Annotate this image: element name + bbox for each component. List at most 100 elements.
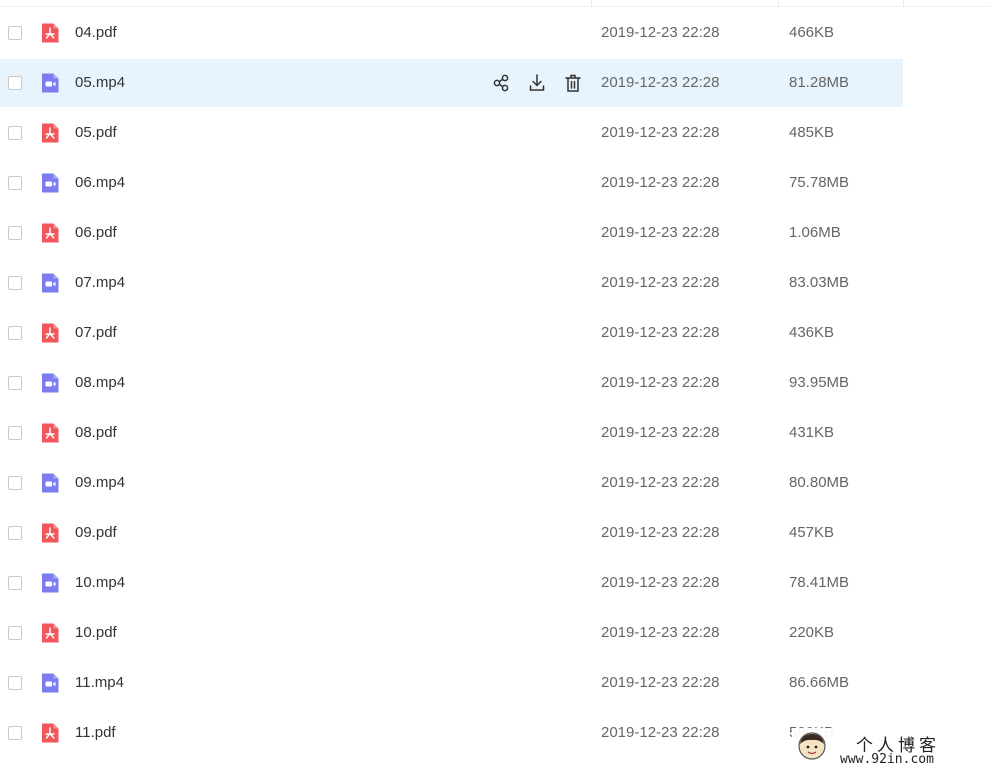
- file-name[interactable]: 10.pdf: [75, 624, 117, 642]
- watermark: 个人博客 www.92in.com: [792, 728, 990, 772]
- file-row[interactable]: 05.pdf 2019-12-23 22:28 485KB: [0, 109, 903, 157]
- file-size: 75.78MB: [789, 174, 850, 191]
- file-row[interactable]: 09.pdf 2019-12-23 22:28 457KB: [0, 509, 903, 557]
- modified-time: 2019-12-23 22:28: [601, 224, 720, 241]
- delete-button[interactable]: [563, 72, 583, 94]
- select-checkbox[interactable]: [8, 126, 22, 140]
- modified-time: 2019-12-23 22:28: [601, 474, 720, 491]
- select-checkbox[interactable]: [8, 576, 22, 590]
- select-checkbox[interactable]: [8, 26, 22, 40]
- modified-time: 2019-12-23 22:28: [601, 524, 720, 541]
- download-button[interactable]: [527, 72, 547, 94]
- file-name[interactable]: 11.pdf: [75, 724, 116, 742]
- file-size: 83.03MB: [789, 274, 850, 291]
- file-size: 78.41MB: [789, 574, 850, 591]
- file-row[interactable]: 04.pdf 2019-12-23 22:28 466KB: [0, 9, 903, 57]
- pdf-file-icon: [39, 122, 61, 144]
- file-row[interactable]: 08.pdf 2019-12-23 22:28 431KB: [0, 409, 903, 457]
- select-checkbox[interactable]: [8, 326, 22, 340]
- file-size: 86.66MB: [789, 674, 850, 691]
- modified-time: 2019-12-23 22:28: [601, 74, 720, 91]
- video-file-icon: [39, 472, 61, 494]
- file-row[interactable]: 11.mp4 2019-12-23 22:28 86.66MB: [0, 659, 903, 707]
- file-name[interactable]: 08.mp4: [75, 374, 125, 392]
- file-row[interactable]: 06.pdf 2019-12-23 22:28 1.06MB: [0, 209, 903, 257]
- video-file-icon: [39, 372, 61, 394]
- file-name[interactable]: 05.pdf: [75, 124, 117, 142]
- modified-time: 2019-12-23 22:28: [601, 674, 720, 691]
- modified-time: 2019-12-23 22:28: [601, 424, 720, 441]
- file-name[interactable]: 09.pdf: [75, 524, 117, 542]
- file-name[interactable]: 10.mp4: [75, 574, 125, 592]
- select-checkbox[interactable]: [8, 376, 22, 390]
- file-size: 431KB: [789, 424, 835, 441]
- pdf-file-icon: [39, 722, 61, 744]
- file-size: 220KB: [789, 624, 835, 641]
- column-divider: [778, 0, 779, 7]
- file-row[interactable]: 10.mp4 2019-12-23 22:28 78.41MB: [0, 559, 903, 607]
- file-size: 457KB: [789, 524, 835, 541]
- video-file-icon: [39, 572, 61, 594]
- modified-time: 2019-12-23 22:28: [601, 374, 720, 391]
- video-file-icon: [39, 272, 61, 294]
- modified-time: 2019-12-23 22:28: [601, 124, 720, 141]
- modified-time: 2019-12-23 22:28: [601, 324, 720, 341]
- file-name[interactable]: 07.mp4: [75, 274, 125, 292]
- select-checkbox[interactable]: [8, 476, 22, 490]
- file-name[interactable]: 06.mp4: [75, 174, 125, 192]
- file-row[interactable]: 06.mp4 2019-12-23 22:28 75.78MB: [0, 159, 903, 207]
- file-size: 81.28MB: [789, 74, 850, 91]
- file-size: 80.80MB: [789, 474, 850, 491]
- file-row[interactable]: 11.pdf2019-12-23 22:28590KB: [0, 709, 903, 757]
- file-name[interactable]: 08.pdf: [75, 424, 117, 442]
- file-size: 93.95MB: [789, 374, 850, 391]
- file-row[interactable]: 08.mp4 2019-12-23 22:28 93.95MB: [0, 359, 903, 407]
- select-checkbox[interactable]: [8, 426, 22, 440]
- file-size: 1.06MB: [789, 224, 841, 241]
- file-row[interactable]: 09.mp4 2019-12-23 22:28 80.80MB: [0, 459, 903, 507]
- modified-time: 2019-12-23 22:28: [601, 574, 720, 591]
- share-icon: [491, 74, 511, 98]
- file-name[interactable]: 07.pdf: [75, 324, 117, 342]
- video-file-icon: [39, 172, 61, 194]
- file-size: 436KB: [789, 324, 835, 341]
- file-row[interactable]: 10.pdf 2019-12-23 22:28 220KB: [0, 609, 903, 657]
- select-checkbox[interactable]: [8, 276, 22, 290]
- delete-icon: [563, 74, 583, 98]
- watermark-url: www.92in.com: [840, 752, 934, 767]
- file-size: 466KB: [789, 24, 835, 41]
- pdf-file-icon: [39, 522, 61, 544]
- pdf-file-icon: [39, 322, 61, 344]
- select-checkbox[interactable]: [8, 626, 22, 640]
- video-file-icon: [39, 72, 61, 94]
- select-checkbox[interactable]: [8, 726, 22, 740]
- modified-time: 2019-12-23 22:28: [601, 274, 720, 291]
- file-row[interactable]: 07.pdf 2019-12-23 22:28 436KB: [0, 309, 903, 357]
- file-row[interactable]: 07.mp4 2019-12-23 22:28 83.03MB: [0, 259, 903, 307]
- pdf-file-icon: [39, 22, 61, 44]
- select-checkbox[interactable]: [8, 526, 22, 540]
- select-checkbox[interactable]: [8, 676, 22, 690]
- column-divider: [903, 0, 904, 7]
- file-list: 04.pdf 2019-12-23 22:28 466KB 05.mp4 2019-12…: [0, 0, 990, 772]
- file-size: 485KB: [789, 124, 835, 141]
- modified-time: 2019-12-23 22:28: [601, 624, 720, 641]
- select-checkbox[interactable]: [8, 176, 22, 190]
- select-checkbox[interactable]: [8, 76, 22, 90]
- modified-time: 2019-12-23 22:28: [601, 24, 720, 41]
- file-name[interactable]: 04.pdf: [75, 24, 117, 42]
- column-divider: [591, 0, 592, 7]
- file-name[interactable]: 06.pdf: [75, 224, 117, 242]
- pdf-file-icon: [39, 422, 61, 444]
- modified-time: 2019-12-23 22:28: [601, 174, 720, 191]
- select-checkbox[interactable]: [8, 226, 22, 240]
- file-name[interactable]: 09.mp4: [75, 474, 125, 492]
- file-name[interactable]: 11.mp4: [75, 674, 124, 692]
- file-row[interactable]: 05.mp4 2019-12-23 22:28 81.28MB: [0, 59, 903, 107]
- video-file-icon: [39, 672, 61, 694]
- pdf-file-icon: [39, 222, 61, 244]
- share-button[interactable]: [491, 72, 511, 94]
- pdf-file-icon: [39, 622, 61, 644]
- file-name[interactable]: 05.mp4: [75, 74, 125, 92]
- download-icon: [527, 74, 547, 98]
